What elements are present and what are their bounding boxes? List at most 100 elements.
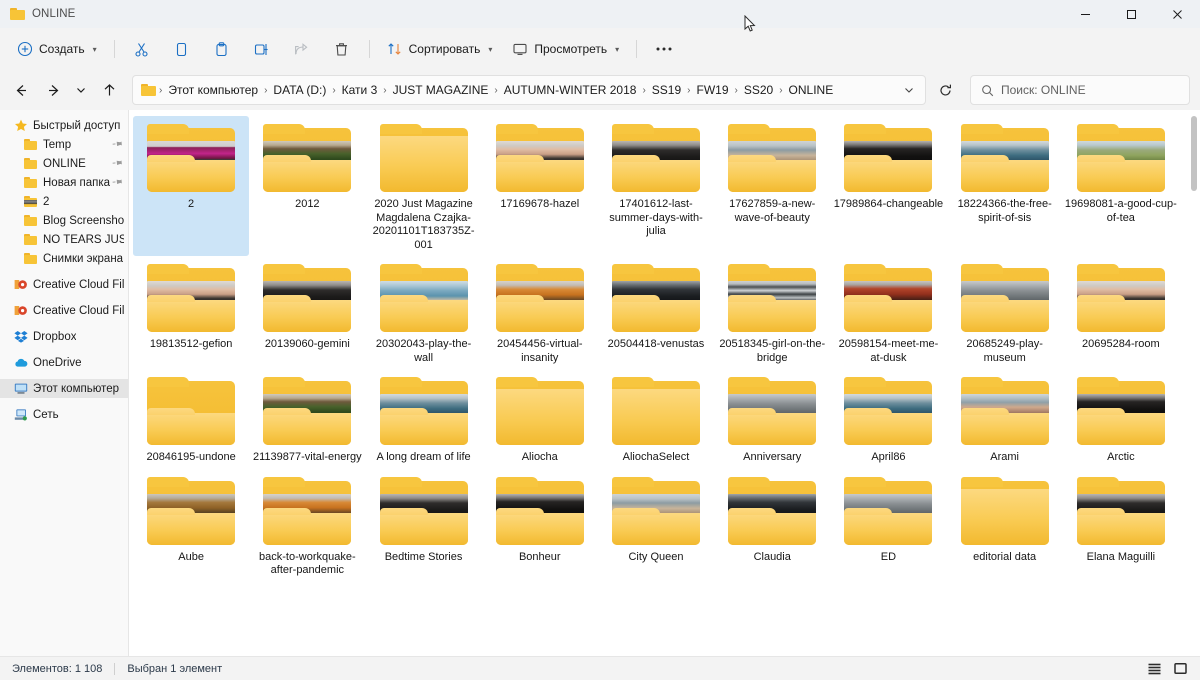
sidebar-item-temp[interactable]: Temp xyxy=(0,135,128,154)
minimize-button[interactable] xyxy=(1062,0,1108,28)
more-options-button[interactable] xyxy=(645,34,683,64)
folder-item[interactable]: Arctic xyxy=(1063,369,1179,469)
folder-item[interactable]: back-to-workquake-after-pandemic xyxy=(249,469,365,582)
folder-item[interactable]: Bonheur xyxy=(482,469,598,582)
list-view-button[interactable] xyxy=(1142,659,1166,679)
cut-button[interactable] xyxy=(123,34,161,64)
paste-button[interactable] xyxy=(203,34,241,64)
breadcrumb-item-5[interactable]: SS19 xyxy=(647,80,686,100)
folder-item[interactable]: Elana Maguilli xyxy=(1063,469,1179,582)
breadcrumb-item-8[interactable]: ONLINE xyxy=(784,80,839,100)
folder-item[interactable]: 17989864-changeable xyxy=(830,116,946,256)
folder-item[interactable]: 2012 xyxy=(249,116,365,256)
folder-item[interactable]: 20504418-venustas xyxy=(598,256,714,369)
up-button[interactable] xyxy=(94,75,124,105)
folder-tab xyxy=(1077,477,1119,487)
breadcrumb-item-2[interactable]: Кати 3 xyxy=(337,80,383,100)
folder-item[interactable]: 20518345-girl-on-the-bridge xyxy=(714,256,830,369)
folder-tab xyxy=(612,477,654,487)
folder-item[interactable]: Aube xyxy=(133,469,249,582)
new-button[interactable]: Создать ▾ xyxy=(8,34,106,64)
sidebar-item-быстрый-доступ[interactable]: Быстрый доступ xyxy=(0,116,128,135)
folder-item[interactable]: 19698081-a-good-cup-of-tea xyxy=(1063,116,1179,256)
folder-item[interactable]: Arami xyxy=(947,369,1063,469)
sidebar-item-этот-компьютер[interactable]: Этот компьютер xyxy=(0,379,128,398)
sidebar-item-blog-screenshots[interactable]: Blog Screenshots xyxy=(0,211,128,230)
breadcrumb-item-4[interactable]: AUTUMN-WINTER 2018 xyxy=(499,80,642,100)
folder-front xyxy=(844,513,932,545)
folder-item[interactable]: Bedtime Stories xyxy=(366,469,482,582)
sidebar-item-dropbox[interactable]: Dropbox xyxy=(0,327,128,346)
folder-item[interactable]: 19813512-gefion xyxy=(133,256,249,369)
creative-cloud-icon xyxy=(14,304,28,317)
folder-item[interactable]: April86 xyxy=(830,369,946,469)
sidebar-item-2[interactable]: 2 xyxy=(0,192,128,211)
file-grid-area[interactable]: 220122020 Just Magazine Magdalena Czajka… xyxy=(129,110,1200,656)
close-button[interactable] xyxy=(1154,0,1200,28)
folder-item[interactable]: Aliocha xyxy=(482,369,598,469)
scrollbar-thumb[interactable] xyxy=(1191,116,1197,191)
sidebar-item-online[interactable]: ONLINE xyxy=(0,154,128,173)
copy-button[interactable] xyxy=(163,34,201,64)
sidebar-item-creative-cloud-files[interactable]: Creative Cloud Files xyxy=(0,275,128,294)
folder-thumbnail-icon xyxy=(842,122,934,195)
sidebar-item-creative-cloud-files[interactable]: Creative Cloud Files xyxy=(0,301,128,320)
delete-button[interactable] xyxy=(323,34,361,64)
breadcrumb-item-7[interactable]: SS20 xyxy=(739,80,778,100)
folder-icon xyxy=(141,84,156,96)
breadcrumb[interactable]: › Этот компьютер › DATA (D:) › Кати 3 › … xyxy=(132,75,926,105)
folder-item[interactable]: 17169678-hazel xyxy=(482,116,598,256)
pin-icon[interactable] xyxy=(111,156,125,170)
folder-item[interactable]: 21139877-vital-energy xyxy=(249,369,365,469)
large-icons-view-button[interactable] xyxy=(1168,659,1192,679)
folder-item[interactable]: 2 xyxy=(133,116,249,256)
folder-item[interactable]: 20454456-virtual-insanity xyxy=(482,256,598,369)
title-bar-tab[interactable]: ONLINE xyxy=(0,8,75,20)
folder-item[interactable]: A long dream of life xyxy=(366,369,482,469)
breadcrumb-dropdown-button[interactable] xyxy=(897,78,921,102)
folder-item[interactable]: editorial data xyxy=(947,469,1063,582)
share-button[interactable] xyxy=(283,34,321,64)
folder-name-label: Claudia xyxy=(716,551,828,569)
folder-item[interactable]: 20598154-meet-me-at-dusk xyxy=(830,256,946,369)
folder-item[interactable]: Anniversary xyxy=(714,369,830,469)
sort-button[interactable]: Сортировать ▾ xyxy=(378,34,502,64)
breadcrumb-item-3[interactable]: JUST MAGAZINE xyxy=(388,80,494,100)
breadcrumb-item-1[interactable]: DATA (D:) xyxy=(268,80,331,100)
sidebar-item-onedrive[interactable]: OneDrive xyxy=(0,353,128,372)
rename-button[interactable] xyxy=(243,34,281,64)
refresh-button[interactable] xyxy=(930,75,960,105)
maximize-button[interactable] xyxy=(1108,0,1154,28)
recent-locations-button[interactable] xyxy=(70,75,92,105)
folder-item[interactable]: 17627859-a-new-wave-of-beauty xyxy=(714,116,830,256)
folder-icon xyxy=(24,157,38,170)
folder-item[interactable]: 20139060-gemini xyxy=(249,256,365,369)
sidebar-item-сеть[interactable]: Сеть xyxy=(0,405,128,424)
breadcrumb-item-0[interactable]: Этот компьютер xyxy=(163,80,263,100)
vertical-scrollbar[interactable] xyxy=(1190,114,1198,652)
folder-item[interactable]: 2020 Just Magazine Magdalena Czajka-2020… xyxy=(366,116,482,256)
forward-button[interactable] xyxy=(38,75,68,105)
folder-item[interactable]: 20846195-undone xyxy=(133,369,249,469)
folder-item[interactable]: Claudia xyxy=(714,469,830,582)
folder-item[interactable]: 18224366-the-free-spirit-of-sis xyxy=(947,116,1063,256)
folder-item[interactable]: AliochaSelect xyxy=(598,369,714,469)
folder-front xyxy=(496,300,584,332)
folder-item[interactable]: ED xyxy=(830,469,946,582)
pin-icon[interactable] xyxy=(111,175,125,189)
navigation-sidebar[interactable]: Быстрый доступTempONLINEНовая папка2Blog… xyxy=(0,110,129,656)
pin-icon[interactable] xyxy=(111,137,125,151)
folder-item[interactable]: 20695284-room xyxy=(1063,256,1179,369)
folder-item[interactable]: 17401612-last-summer-days-with-julia xyxy=(598,116,714,256)
folder-item[interactable]: City Queen xyxy=(598,469,714,582)
sidebar-item-снимки-экрана[interactable]: Снимки экрана xyxy=(0,249,128,268)
sidebar-item-no-tears-just-ma[interactable]: NO TEARS JUST MA xyxy=(0,230,128,249)
back-button[interactable] xyxy=(6,75,36,105)
folder-tab xyxy=(728,264,770,274)
breadcrumb-item-6[interactable]: FW19 xyxy=(691,80,733,100)
folder-item[interactable]: 20302043-play-the-wall xyxy=(366,256,482,369)
folder-item[interactable]: 20685249-play-museum xyxy=(947,256,1063,369)
sidebar-item-новая-папка[interactable]: Новая папка xyxy=(0,173,128,192)
view-button[interactable]: Просмотреть ▾ xyxy=(503,34,628,64)
search-input[interactable]: Поиск: ONLINE xyxy=(970,75,1190,105)
